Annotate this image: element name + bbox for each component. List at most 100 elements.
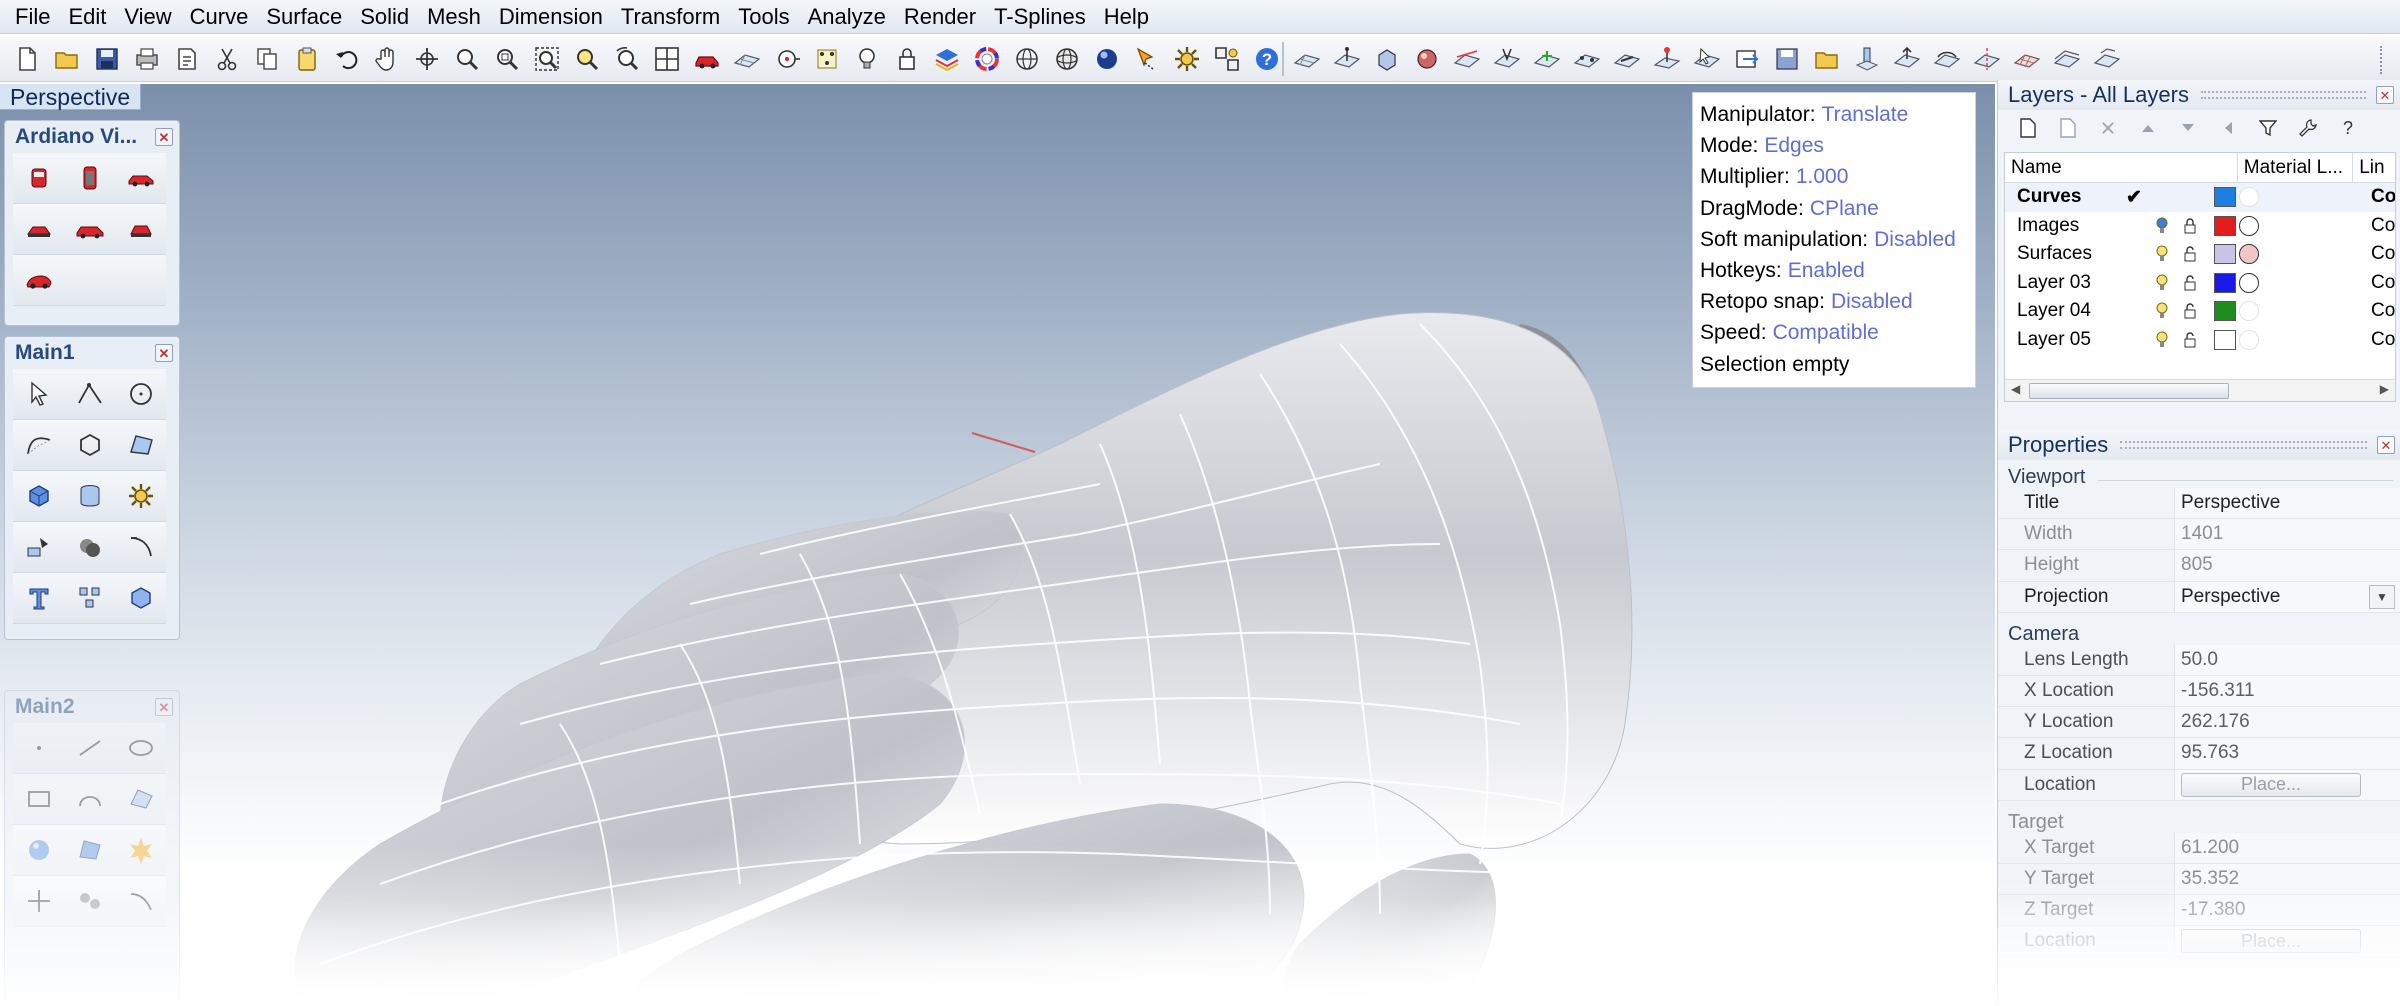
layer-name[interactable]: Layer 05 [2005,329,2120,351]
save-button[interactable] [90,42,124,76]
tsplines-tool-4[interactable] [1410,42,1444,76]
options-button[interactable] [1170,42,1204,76]
unlock-icon[interactable] [2176,303,2204,319]
cut-button[interactable] [210,42,244,76]
header-material[interactable]: Material L... [2238,153,2354,183]
scroll-thumb[interactable] [2029,383,2229,399]
car-left-button[interactable] [64,204,115,255]
menu-edit[interactable]: Edit [59,0,115,34]
place-button[interactable]: Place... [2181,772,2361,797]
grid-options-button[interactable] [1210,42,1244,76]
arc-button[interactable] [64,774,115,825]
menu-solid[interactable]: Solid [351,0,418,34]
solid-tools-button[interactable] [115,573,166,624]
box-button[interactable] [13,471,64,522]
layer-row[interactable]: Images Co [2005,212,2395,241]
loft-button[interactable] [115,774,166,825]
material-icon[interactable] [2239,244,2259,265]
car-back-button[interactable] [64,153,115,204]
car-perspective-button[interactable] [13,255,64,306]
tsplines-tool-20[interactable] [2050,42,2084,76]
polyline-button[interactable] [64,369,115,420]
info-value[interactable]: Edges [1764,134,1824,157]
light-bulb-icon[interactable] [2148,245,2176,263]
layer-name[interactable]: Curves [2005,186,2120,208]
layer-name[interactable]: Layer 04 [2005,300,2120,322]
layer-color-swatch[interactable] [2214,301,2236,322]
properties-close-icon[interactable]: ✕ [2377,436,2395,454]
tsplines-tool-3[interactable] [1370,42,1404,76]
light-bulb-icon[interactable] [2148,302,2176,320]
property-value[interactable]: 95.763 [2181,742,2239,764]
header-name[interactable]: Name [2005,153,2238,183]
text-button[interactable] [13,573,64,624]
sphere-button[interactable] [13,825,64,876]
tsplines-tool-17[interactable] [1930,42,1964,76]
menu-dimension[interactable]: Dimension [490,0,612,34]
linetype-cell[interactable]: Co [2371,329,2395,351]
viewport-title-tab[interactable]: Perspective [0,84,142,110]
ghosted-button[interactable] [1050,42,1084,76]
car-top-button[interactable] [13,204,64,255]
move-button[interactable] [13,876,64,927]
move-layer-up-button[interactable] [2128,113,2168,143]
layer-name[interactable]: Layer 03 [2005,272,2120,294]
linetype-cell[interactable]: Co [2371,186,2395,208]
material-icon[interactable] [2239,215,2259,236]
place-button[interactable]: Place... [2181,929,2361,954]
layer-name[interactable]: Images [2005,215,2120,237]
extrude-button[interactable] [13,522,64,573]
info-value[interactable]: Disabled [1874,228,1956,251]
tsplines-tool-19[interactable] [2010,42,2044,76]
sun-button[interactable] [1130,42,1164,76]
layer-row[interactable]: Curves ✔ Co [2005,183,2395,212]
rectangle-button[interactable] [13,774,64,825]
cylinder-button[interactable] [64,471,115,522]
tsplines-tool-10[interactable] [1650,42,1684,76]
patch-button[interactable] [64,825,115,876]
ardiano-close-icon[interactable]: ✕ [155,128,173,146]
delete-layer-button[interactable] [2088,113,2128,143]
layer-row[interactable]: Layer 04 Co [2005,297,2395,326]
main2-toolbar-title[interactable]: Main2 ✕ [5,691,179,723]
zoom-extents-button[interactable] [530,42,564,76]
layer-row[interactable]: Layer 05 Co [2005,326,2395,355]
layer-color-swatch[interactable] [2214,272,2236,293]
new-sublayer-button[interactable] [2048,113,2088,143]
circle-button[interactable] [115,369,166,420]
material-icon[interactable] [2239,329,2259,350]
layer-color-swatch[interactable] [2214,244,2236,265]
layer-row[interactable]: Surfaces Co [2005,240,2395,269]
filter-button[interactable] [2248,113,2288,143]
car-view-button[interactable] [690,42,724,76]
wireframe-button[interactable] [1010,42,1044,76]
layers-horizontal-scrollbar[interactable]: ◀ ▶ [2005,379,2395,401]
zoom-selected-button[interactable] [570,42,604,76]
explode-button[interactable] [115,825,166,876]
info-value[interactable]: Translate [1822,103,1909,126]
lights-button[interactable] [850,42,884,76]
linetype-cell[interactable]: Co [2371,272,2395,294]
cplane-button[interactable] [730,42,764,76]
info-value[interactable]: Enabled [1788,259,1865,282]
tsplines-tool-16[interactable] [1890,42,1924,76]
info-value[interactable]: CPlane [1810,197,1879,220]
property-value[interactable]: 50.0 [2181,649,2218,671]
chevron-down-icon[interactable]: ▼ [2369,584,2395,609]
tsplines-tool-18[interactable] [1970,42,2004,76]
osnap-button[interactable] [770,42,804,76]
layer-name[interactable]: Surfaces [2005,243,2120,265]
point-button[interactable] [13,723,64,774]
open-button[interactable] [50,42,84,76]
color-button[interactable] [970,42,1004,76]
tsplines-tool-8[interactable] [1570,42,1604,76]
page-setup-button[interactable] [170,42,204,76]
ellipse-button[interactable] [115,723,166,774]
four-viewports-button[interactable] [650,42,684,76]
line-button[interactable] [64,723,115,774]
copy-button[interactable] [250,42,284,76]
move-layer-parent-button[interactable] [2208,113,2248,143]
tsplines-tool-14[interactable] [1810,42,1844,76]
layer-row[interactable]: Layer 03 Co [2005,269,2395,298]
tsplines-tool-11[interactable] [1690,42,1724,76]
